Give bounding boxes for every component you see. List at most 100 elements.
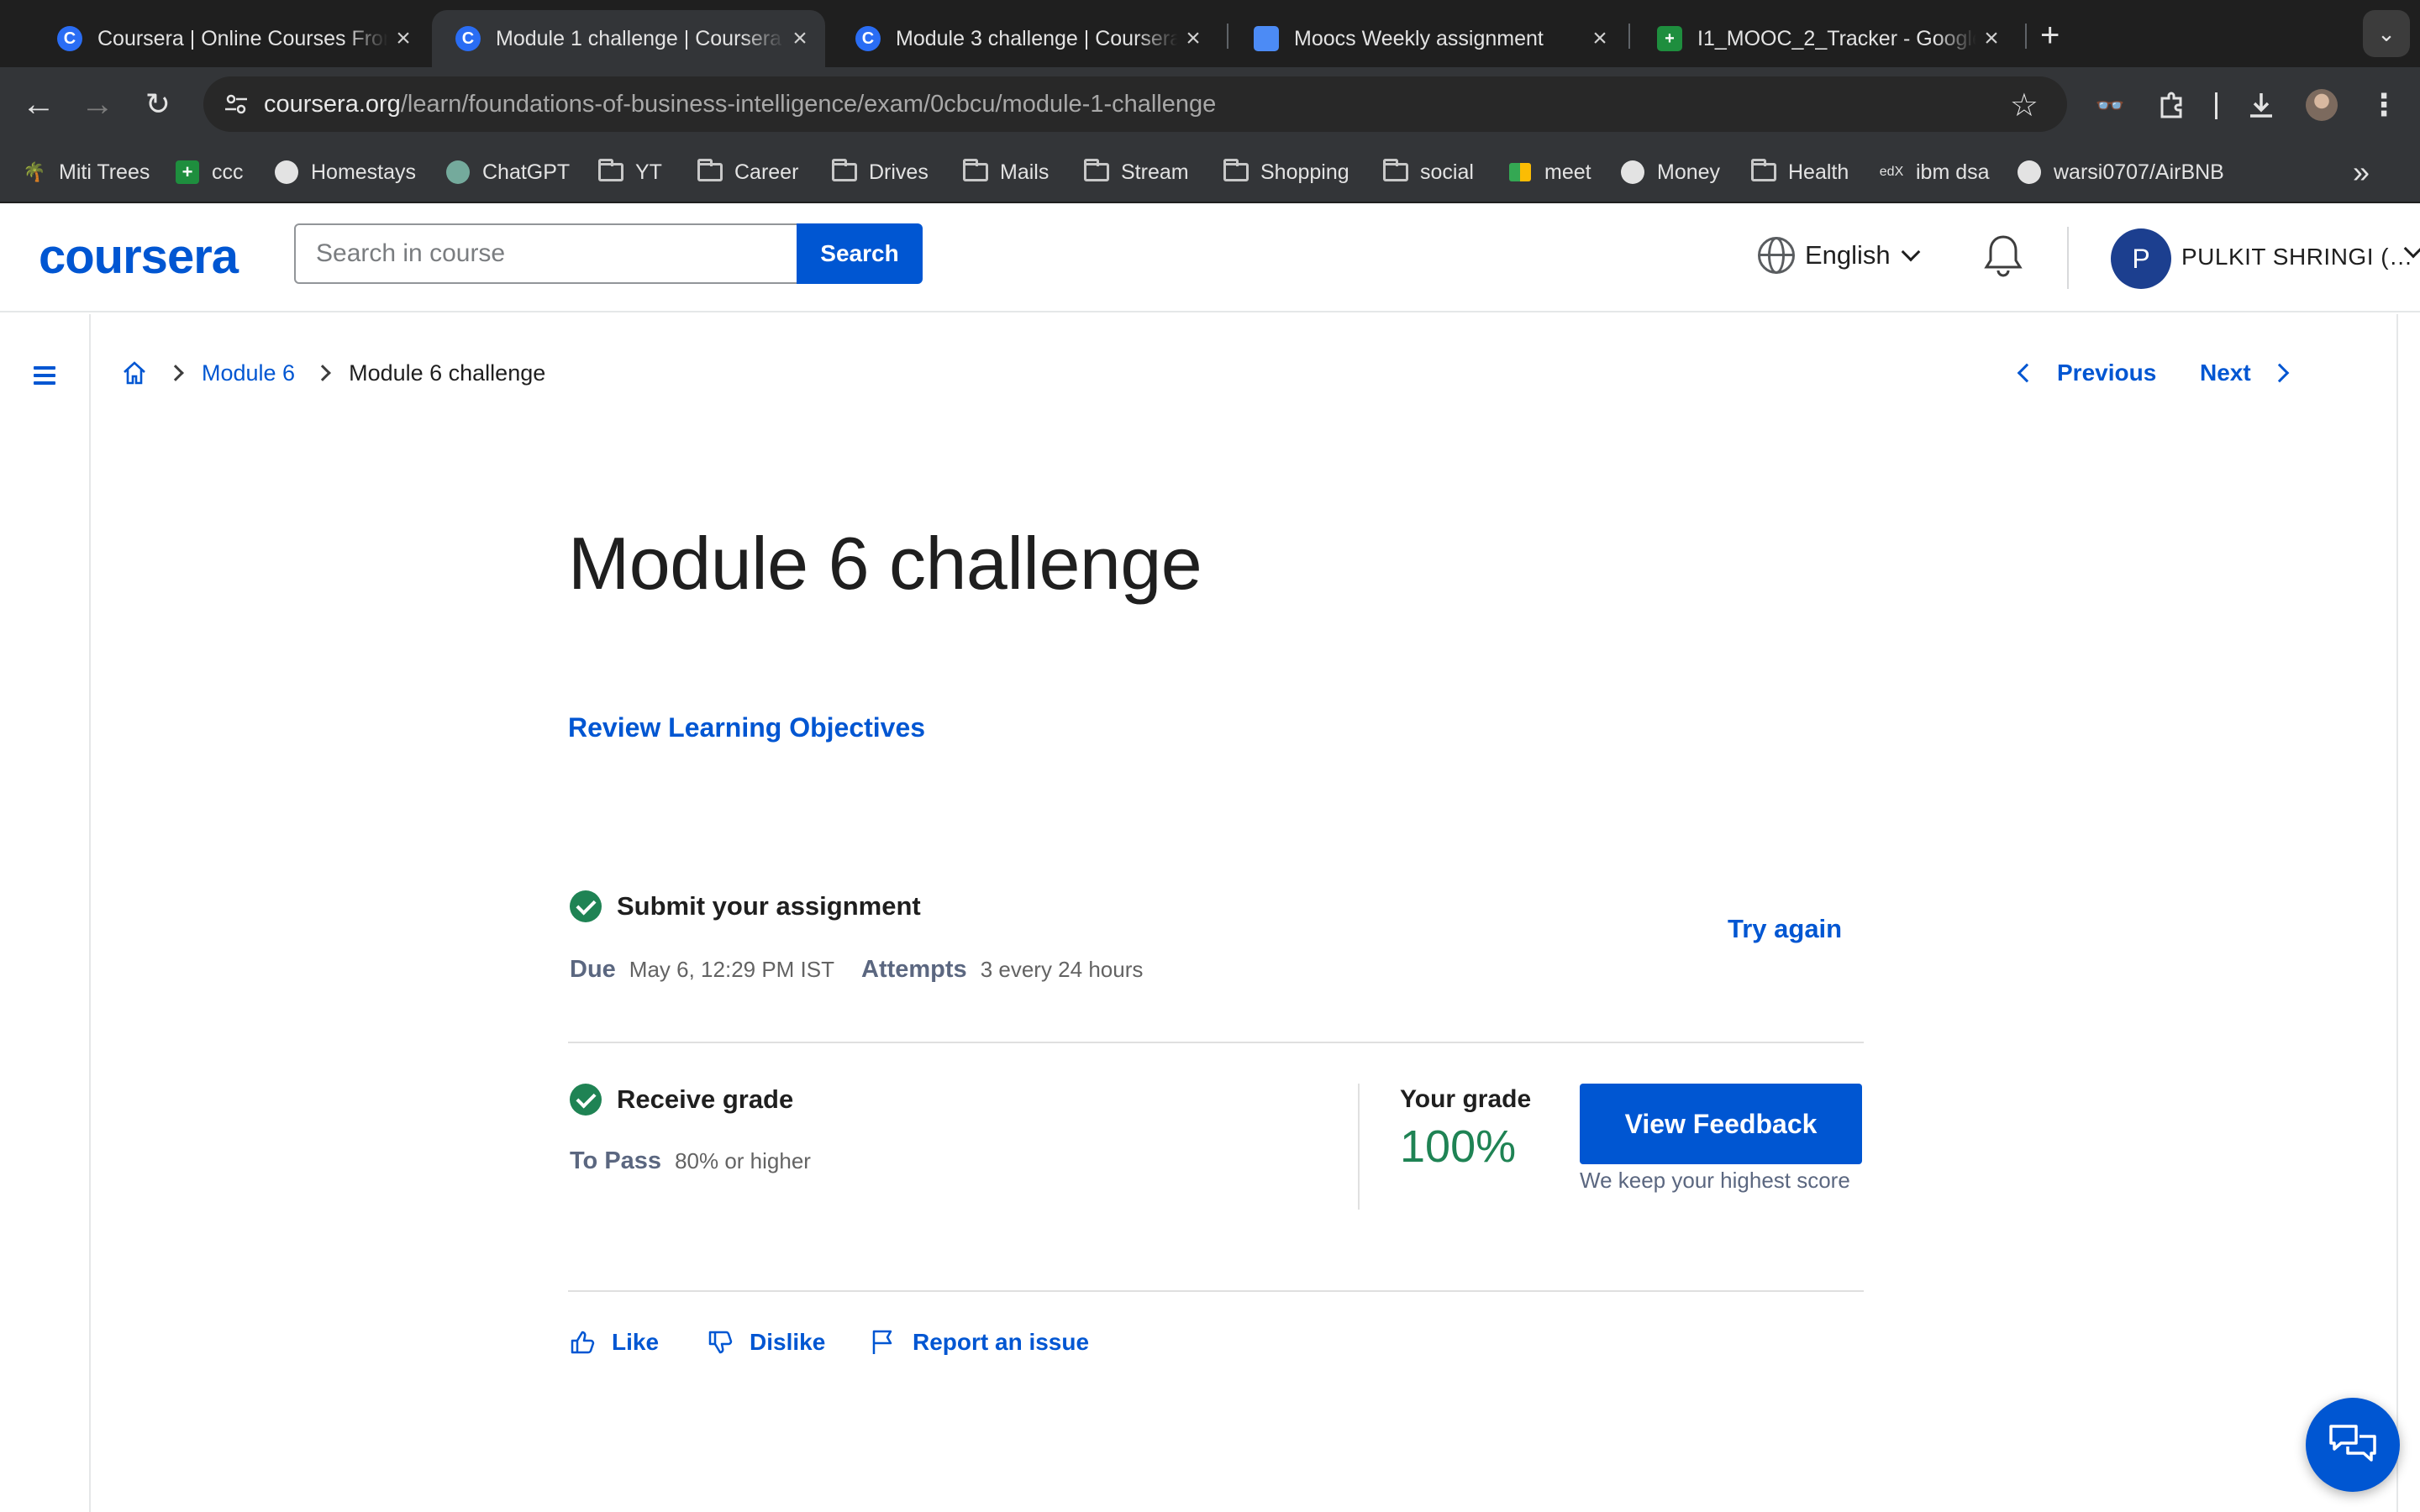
- bookmark-item[interactable]: Career: [697, 156, 798, 188]
- search-button[interactable]: Search: [797, 223, 923, 284]
- bookmark-item[interactable]: Mails: [963, 156, 1049, 188]
- chevron-right-icon: [2270, 363, 2290, 383]
- try-again-button[interactable]: Try again: [1728, 914, 1842, 944]
- bookmark-item[interactable]: warsi0707/AirBNB: [2017, 156, 2224, 188]
- browser-tab[interactable]: + I1_MOOC_2_Tracker - Google Sheets ×: [1634, 10, 2017, 67]
- bookmark-item[interactable]: 🌴 Miti Trees: [22, 156, 150, 188]
- view-feedback-button[interactable]: View Feedback: [1580, 1084, 1862, 1164]
- bookmarks-overflow-icon[interactable]: »: [2353, 155, 2370, 190]
- user-avatar[interactable]: P: [2111, 228, 2171, 289]
- tab-close-icon[interactable]: ×: [1178, 24, 1208, 53]
- browser-tab[interactable]: C Coursera | Online Courses From Top Uni…: [34, 10, 429, 67]
- extensions-puzzle-icon[interactable]: [2154, 87, 2190, 123]
- globe-icon: [274, 160, 299, 185]
- bookmark-label: Miti Trees: [59, 160, 150, 184]
- attempts-label: Attempts: [861, 956, 967, 983]
- check-circle-icon: [570, 1084, 602, 1116]
- bookmark-label: Money: [1657, 160, 1721, 184]
- home-icon[interactable]: [121, 360, 148, 386]
- bookmark-item[interactable]: Stream: [1084, 156, 1189, 188]
- reload-icon[interactable]: ↻: [139, 86, 176, 123]
- chatgpt-icon: [445, 160, 471, 185]
- bookmark-label: ccc: [212, 160, 244, 184]
- grade-meta: To Pass 80% or higher: [570, 1147, 838, 1175]
- tab-title: Module 3 challenge | Coursera: [896, 26, 1178, 50]
- next-button[interactable]: Next: [2200, 360, 2290, 386]
- bookmark-item[interactable]: Drives: [832, 156, 929, 188]
- bookmark-item[interactable]: ChatGPT: [445, 156, 570, 188]
- site-settings-icon[interactable]: [224, 92, 249, 117]
- bookmark-label: social: [1420, 160, 1474, 184]
- course-search-input[interactable]: [294, 223, 798, 284]
- thumbs-up-icon: [571, 1331, 595, 1354]
- your-grade-value: 100%: [1400, 1121, 1517, 1172]
- browser-tab[interactable]: C Module 3 challenge | Coursera ×: [832, 10, 1218, 67]
- report-issue-button[interactable]: Report an issue: [871, 1329, 1089, 1356]
- url-text: coursera.org/learn/foundations-of-busine…: [264, 91, 1216, 118]
- submit-heading-text: Submit your assignment: [617, 891, 921, 921]
- bookmark-label: Career: [734, 160, 799, 184]
- tab-close-icon[interactable]: ×: [388, 24, 418, 53]
- bookmark-label: ibm dsa: [1916, 160, 1990, 184]
- extension-glasses-icon[interactable]: 👓: [2092, 87, 2128, 123]
- tab-close-icon[interactable]: ×: [1976, 24, 2007, 53]
- folder-icon: [1383, 159, 1408, 185]
- user-name[interactable]: PULKIT SHRINGI (…: [2181, 244, 2413, 270]
- browser-menu-icon[interactable]: ⋮: [2366, 87, 2402, 123]
- bookmark-label: YT: [635, 160, 662, 184]
- check-circle-icon: [570, 890, 602, 922]
- bookmark-item[interactable]: meet: [1507, 156, 1591, 188]
- tab-separator: [1227, 24, 1228, 49]
- breadcrumb-chevron-icon: [167, 365, 184, 381]
- folder-icon: [963, 159, 988, 185]
- dislike-button[interactable]: Dislike: [708, 1329, 825, 1356]
- bookmark-item[interactable]: edX ibm dsa: [1879, 156, 1990, 188]
- bookmark-label: warsi0707/AirBNB: [2054, 160, 2224, 184]
- like-button[interactable]: Like: [570, 1329, 659, 1356]
- notifications-bell-icon[interactable]: [1981, 234, 2025, 281]
- to-pass-value: 80% or higher: [675, 1148, 811, 1173]
- your-grade-label: Your grade: [1400, 1085, 1532, 1113]
- submit-step-heading: Submit your assignment: [570, 890, 921, 922]
- bookmark-item[interactable]: social: [1383, 156, 1474, 188]
- header-divider: [2067, 227, 2069, 289]
- browser-tab[interactable]: Moocs Weekly assignment ×: [1230, 10, 1625, 67]
- tab-title: Module 1 challenge | Coursera: [496, 26, 782, 50]
- coursera-logo[interactable]: coursera: [39, 228, 239, 285]
- tab-search-chevron-icon[interactable]: ⌄: [2363, 10, 2410, 57]
- bookmark-label: ChatGPT: [482, 160, 571, 184]
- bookmark-item[interactable]: YT: [598, 156, 662, 188]
- attempts-value: 3 every 24 hours: [980, 957, 1144, 982]
- tab-close-icon[interactable]: ×: [1585, 24, 1615, 53]
- thumbs-down-icon: [708, 1331, 733, 1354]
- language-selector[interactable]: English: [1758, 237, 1921, 274]
- review-learning-objectives-link[interactable]: Review Learning Objectives: [568, 712, 925, 743]
- bookmark-star-icon[interactable]: ☆: [2010, 87, 2039, 124]
- to-pass-label: To Pass: [570, 1147, 662, 1174]
- sheets-favicon-icon: +: [1657, 26, 1682, 51]
- profile-avatar-icon[interactable]: [2304, 87, 2339, 123]
- bookmark-item[interactable]: Money: [1620, 156, 1720, 188]
- previous-button[interactable]: Previous: [2017, 360, 2156, 386]
- bookmarks-bar: 🌴 Miti Trees + ccc Homestays ChatGPT YT Ca…: [0, 141, 2420, 203]
- page-title: Module 6 challenge: [568, 522, 1202, 605]
- tab-close-icon[interactable]: ×: [785, 24, 815, 53]
- bookmark-item[interactable]: Shopping: [1223, 156, 1349, 188]
- new-tab-icon[interactable]: +: [2040, 17, 2060, 55]
- folder-icon: [1751, 159, 1776, 185]
- browser-tab-active[interactable]: C Module 1 challenge | Coursera ×: [432, 10, 825, 67]
- bookmark-item[interactable]: Health: [1751, 156, 1849, 188]
- download-icon[interactable]: [2244, 87, 2279, 123]
- menu-hamburger-icon[interactable]: [34, 366, 55, 385]
- folder-icon: [832, 159, 857, 185]
- right-rail-divider: [2396, 314, 2398, 1512]
- bookmark-item[interactable]: Homestays: [274, 156, 416, 188]
- chat-support-button[interactable]: [2306, 1398, 2400, 1492]
- breadcrumb-module-link[interactable]: Module 6: [202, 360, 295, 386]
- address-bar[interactable]: coursera.org/learn/foundations-of-busine…: [203, 76, 2067, 132]
- back-arrow-icon[interactable]: ←: [20, 86, 57, 123]
- forward-arrow-icon[interactable]: →: [79, 86, 116, 123]
- browser-tab-bar: C Coursera | Online Courses From Top Uni…: [0, 0, 2420, 67]
- bookmark-item[interactable]: + ccc: [175, 156, 244, 188]
- next-label: Next: [2200, 360, 2251, 386]
